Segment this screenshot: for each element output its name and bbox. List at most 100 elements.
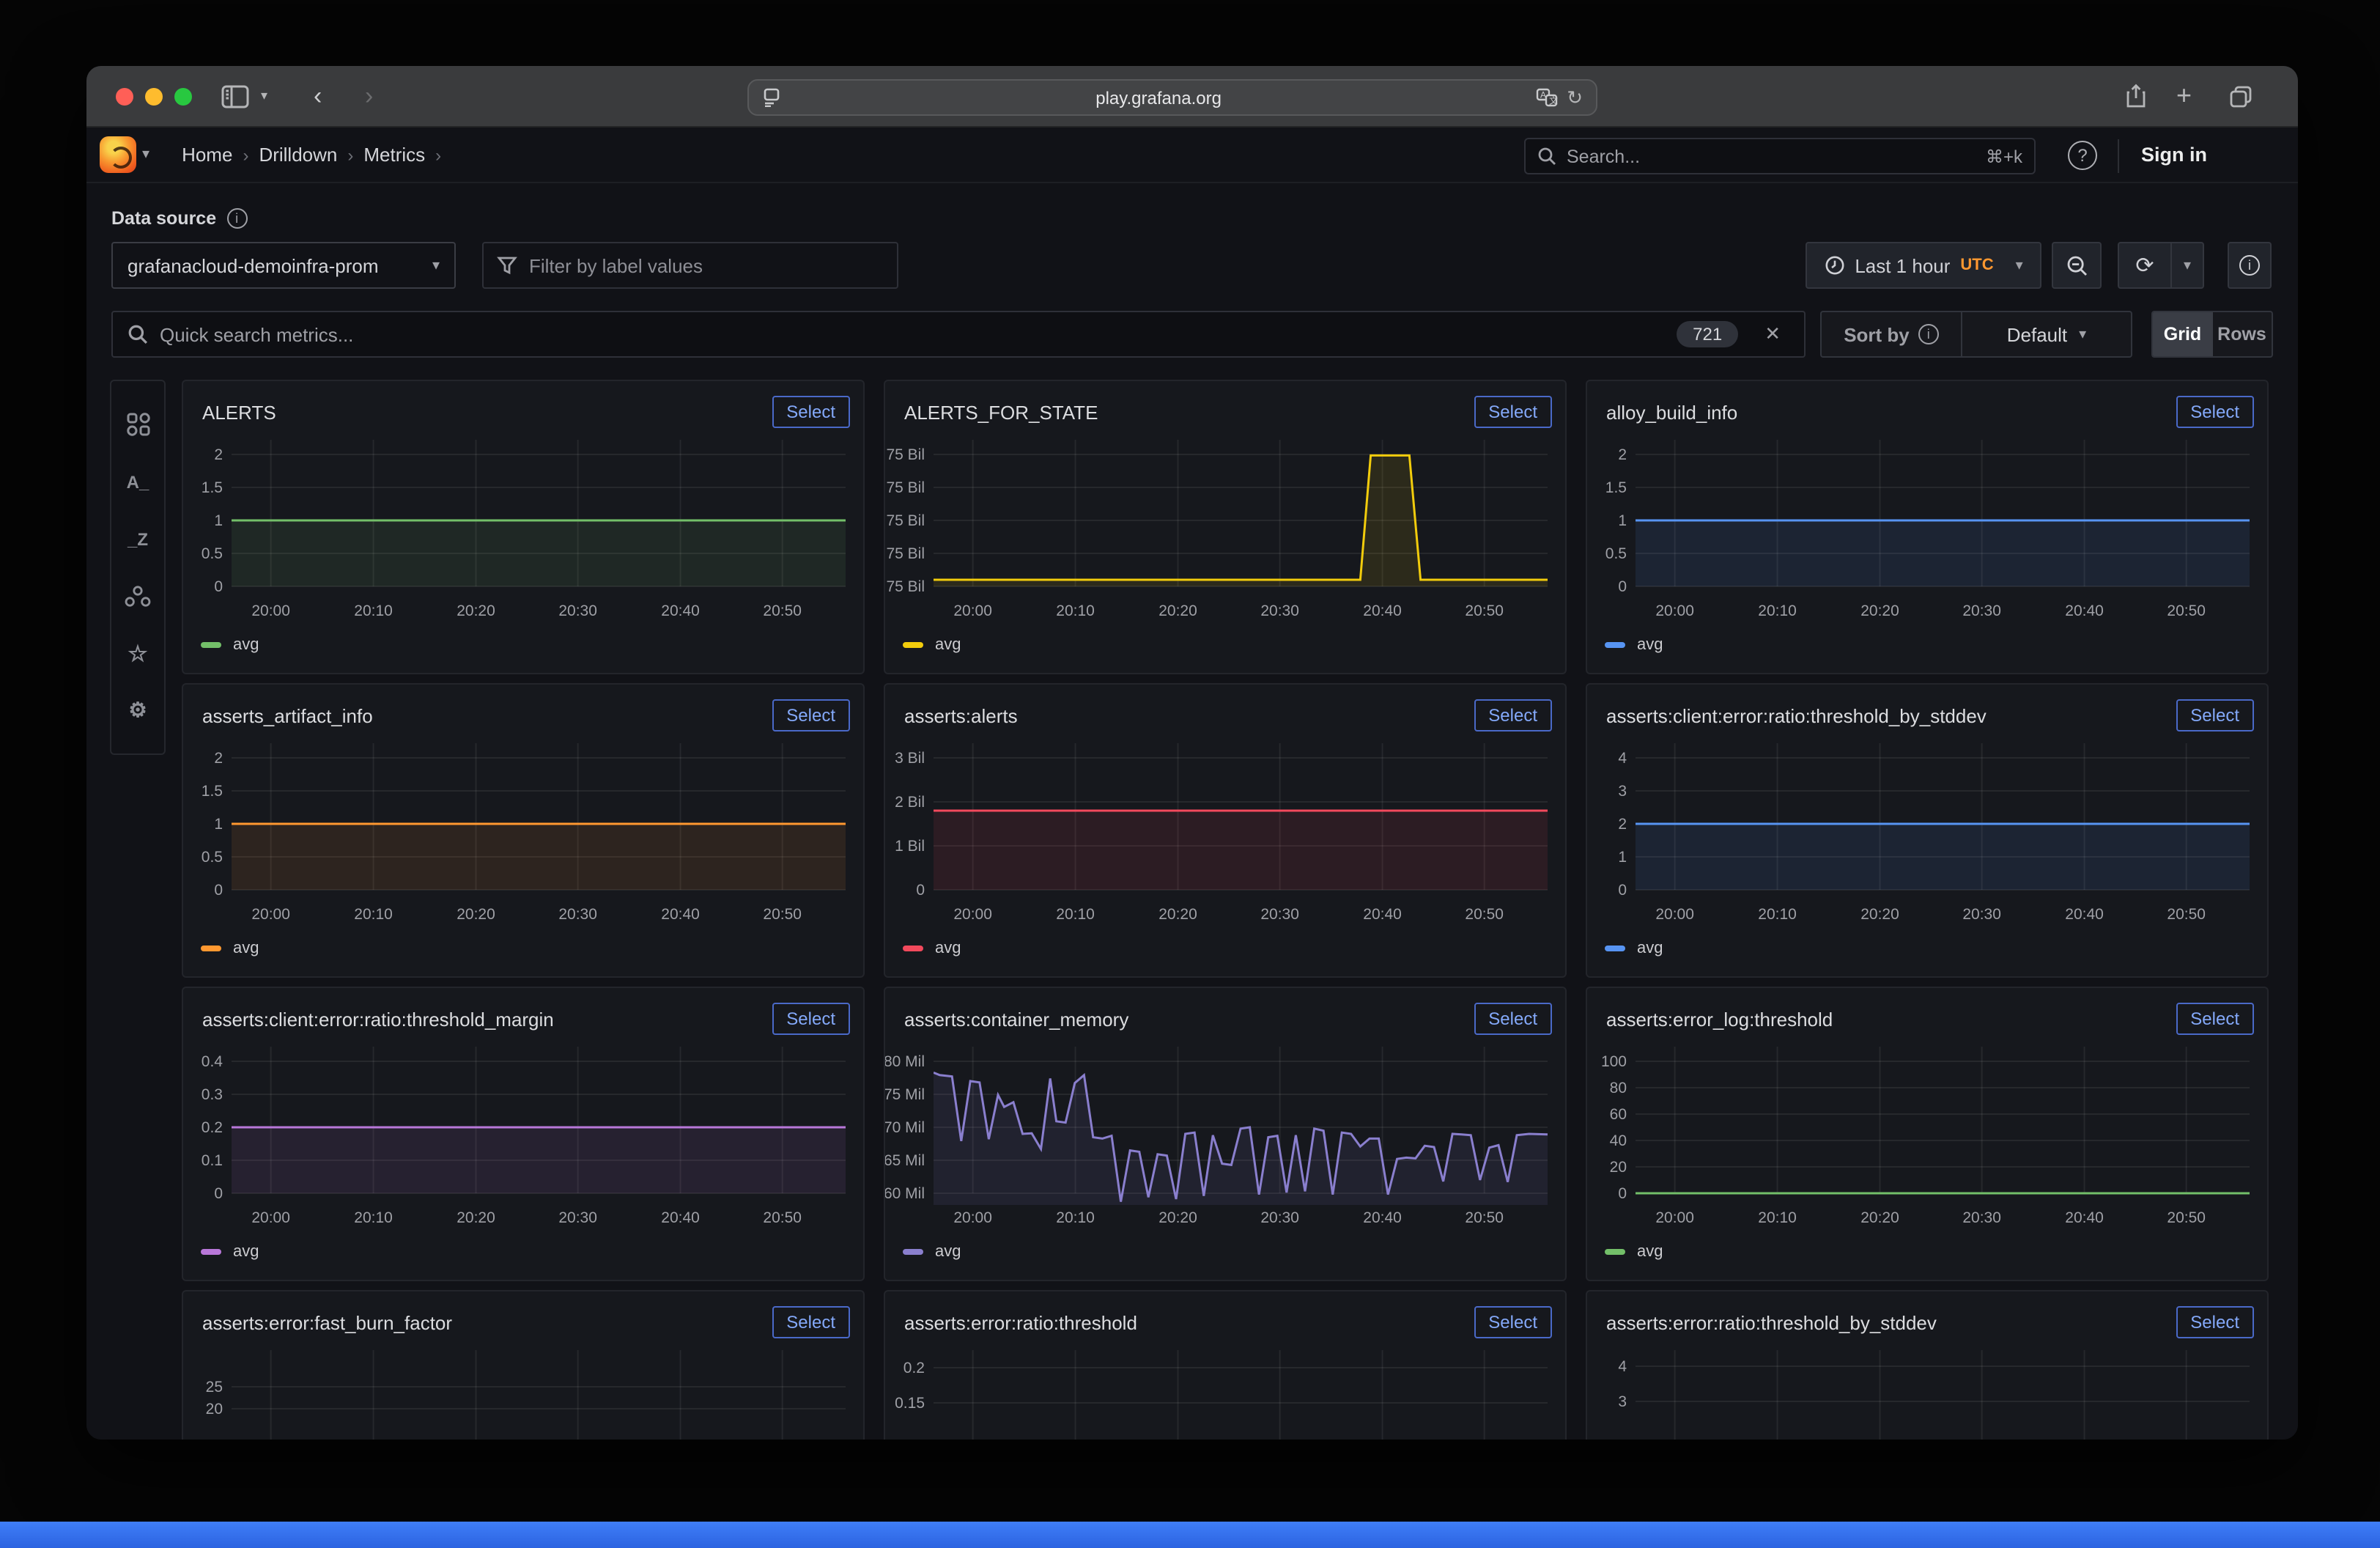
svg-text:1: 1 (214, 816, 223, 833)
svg-text:20:10: 20:10 (1758, 906, 1797, 923)
panel-legend[interactable]: avg (903, 940, 961, 957)
filter-funnel-icon (497, 255, 517, 276)
metric-panel: ALERTS_FOR_STATESelect1.75 Bil1.75 Bil1.… (884, 380, 1567, 674)
breadcrumb-metrics[interactable]: Metrics (363, 144, 425, 166)
search-shortcut: ⌘+k (1986, 146, 2022, 166)
metrics-sidebar-rail: A_ _Z ☆ ⚙ (110, 380, 166, 755)
svg-text:3 Bil: 3 Bil (895, 750, 925, 767)
panel-legend[interactable]: avg (903, 1243, 961, 1261)
svg-text:60: 60 (1610, 1106, 1627, 1123)
panel-legend[interactable]: avg (1605, 940, 1663, 957)
quick-search-wrap[interactable]: 721 ✕ (111, 311, 1806, 358)
data-source-select[interactable]: grafanacloud-demoinfra-prom ▾ (111, 242, 456, 289)
close-window-button[interactable] (116, 88, 133, 106)
sort-by-control[interactable]: Sort by i Default ▾ (1820, 311, 2132, 358)
help-icon[interactable]: ? (2068, 141, 2097, 170)
global-search[interactable]: ⌘+k (1524, 138, 2036, 174)
minimize-window-button[interactable] (145, 88, 163, 106)
quick-search-input[interactable] (160, 323, 1665, 345)
address-bar[interactable]: play.grafana.org A文 ↻ (747, 79, 1597, 116)
select-button[interactable]: Select (772, 1003, 850, 1035)
svg-text:20:10: 20:10 (1056, 602, 1095, 619)
back-icon[interactable]: ‹ (314, 81, 322, 111)
share-icon[interactable] (2125, 84, 2147, 108)
panel-legend[interactable]: avg (201, 940, 259, 957)
svg-text:2: 2 (1618, 446, 1627, 463)
settings-gear-icon[interactable]: ⚙ (122, 694, 154, 726)
svg-text:60 Mil: 60 Mil (885, 1185, 925, 1202)
overview-grid-icon[interactable] (122, 408, 154, 441)
zoom-window-button[interactable] (174, 88, 192, 106)
new-tab-icon[interactable]: + (2176, 81, 2192, 111)
label-filter-input-wrap[interactable] (482, 242, 898, 289)
timezone-label: UTC (1960, 257, 1993, 274)
org-chevron-icon[interactable]: ▾ (142, 147, 149, 163)
global-search-input[interactable] (1567, 146, 1976, 166)
select-button[interactable]: Select (772, 396, 850, 428)
data-source-label-row: Data source i (111, 208, 247, 229)
time-range-picker[interactable]: Last 1 hour UTC ▾ (1806, 242, 2041, 289)
select-button[interactable]: Select (2176, 699, 2254, 731)
select-button[interactable]: Select (2176, 396, 2254, 428)
select-button[interactable]: Select (1474, 396, 1552, 428)
legend-swatch (201, 1249, 221, 1255)
panel-legend[interactable]: avg (1605, 636, 1663, 654)
panel-title: asserts:error:ratio:threshold_by_stddev (1606, 1311, 1937, 1333)
view-rows-button[interactable]: Rows (2212, 312, 2272, 356)
select-button[interactable]: Select (1474, 1306, 1552, 1338)
panel-legend[interactable]: avg (201, 636, 259, 654)
refresh-button-group[interactable]: ⟳ ▾ (2118, 242, 2204, 289)
label-filter-input[interactable] (529, 254, 884, 276)
dashboard-info-button[interactable]: i (2228, 242, 2272, 289)
breadcrumb-drilldown[interactable]: Drilldown (259, 144, 337, 166)
time-zoom-out-button[interactable] (2052, 242, 2102, 289)
select-button[interactable]: Select (772, 1306, 850, 1338)
sign-in-link[interactable]: Sign in (2141, 144, 2207, 166)
view-grid-button[interactable]: Grid (2153, 312, 2212, 356)
info-icon[interactable]: i (226, 208, 247, 229)
sidebar-chevron-icon[interactable]: ▾ (261, 88, 267, 104)
panel-header: asserts_artifact_infoSelect (183, 685, 863, 731)
legend-label: avg (935, 1243, 961, 1261)
svg-text:20:10: 20:10 (1056, 1209, 1095, 1226)
panel-legend[interactable]: avg (1605, 1243, 1663, 1261)
chevron-right-icon: › (347, 144, 353, 165)
svg-text:20:30: 20:30 (1962, 602, 2001, 619)
panel-legend[interactable]: avg (201, 1243, 259, 1261)
suffix-filter-icon[interactable]: _Z (122, 523, 154, 555)
reload-icon[interactable]: ↻ (1567, 86, 1583, 109)
breadcrumb-home[interactable]: Home (182, 144, 232, 166)
tab-overview-icon[interactable] (2229, 84, 2252, 108)
select-button[interactable]: Select (772, 699, 850, 731)
svg-text:20:30: 20:30 (1260, 602, 1299, 619)
refresh-interval-chevron-icon[interactable]: ▾ (2170, 243, 2203, 287)
svg-text:20:50: 20:50 (2167, 906, 2206, 923)
legend-swatch (1605, 642, 1625, 648)
svg-text:0: 0 (214, 578, 223, 595)
select-button[interactable]: Select (1474, 699, 1552, 731)
reader-icon[interactable] (762, 88, 781, 107)
refresh-icon[interactable]: ⟳ (2119, 243, 2170, 287)
groups-icon[interactable] (122, 580, 154, 612)
panel-legend[interactable]: avg (903, 636, 961, 654)
sidebar-icon[interactable] (221, 84, 249, 108)
star-icon[interactable]: ☆ (122, 637, 154, 669)
svg-text:0: 0 (916, 882, 925, 899)
select-button[interactable]: Select (2176, 1306, 2254, 1338)
view-mode-toggle: Grid Rows (2151, 311, 2273, 358)
clear-icon[interactable]: ✕ (1764, 322, 1781, 346)
svg-text:0: 0 (1618, 882, 1627, 899)
translate-icon[interactable]: A文 (1536, 88, 1558, 107)
prefix-filter-icon[interactable]: A_ (122, 465, 154, 498)
select-button[interactable]: Select (1474, 1003, 1552, 1035)
svg-text:2: 2 (214, 750, 223, 767)
select-button[interactable]: Select (2176, 1003, 2254, 1035)
url-text[interactable]: play.grafana.org (781, 87, 1536, 108)
grafana-logo-icon[interactable] (100, 136, 136, 173)
svg-text:40: 40 (1610, 1132, 1627, 1149)
desktop-accent-strip (0, 1522, 2380, 1548)
svg-text:20:10: 20:10 (354, 906, 393, 923)
forward-icon: › (365, 81, 373, 111)
svg-text:20:30: 20:30 (1260, 906, 1299, 923)
svg-text:1.5: 1.5 (1605, 479, 1627, 496)
